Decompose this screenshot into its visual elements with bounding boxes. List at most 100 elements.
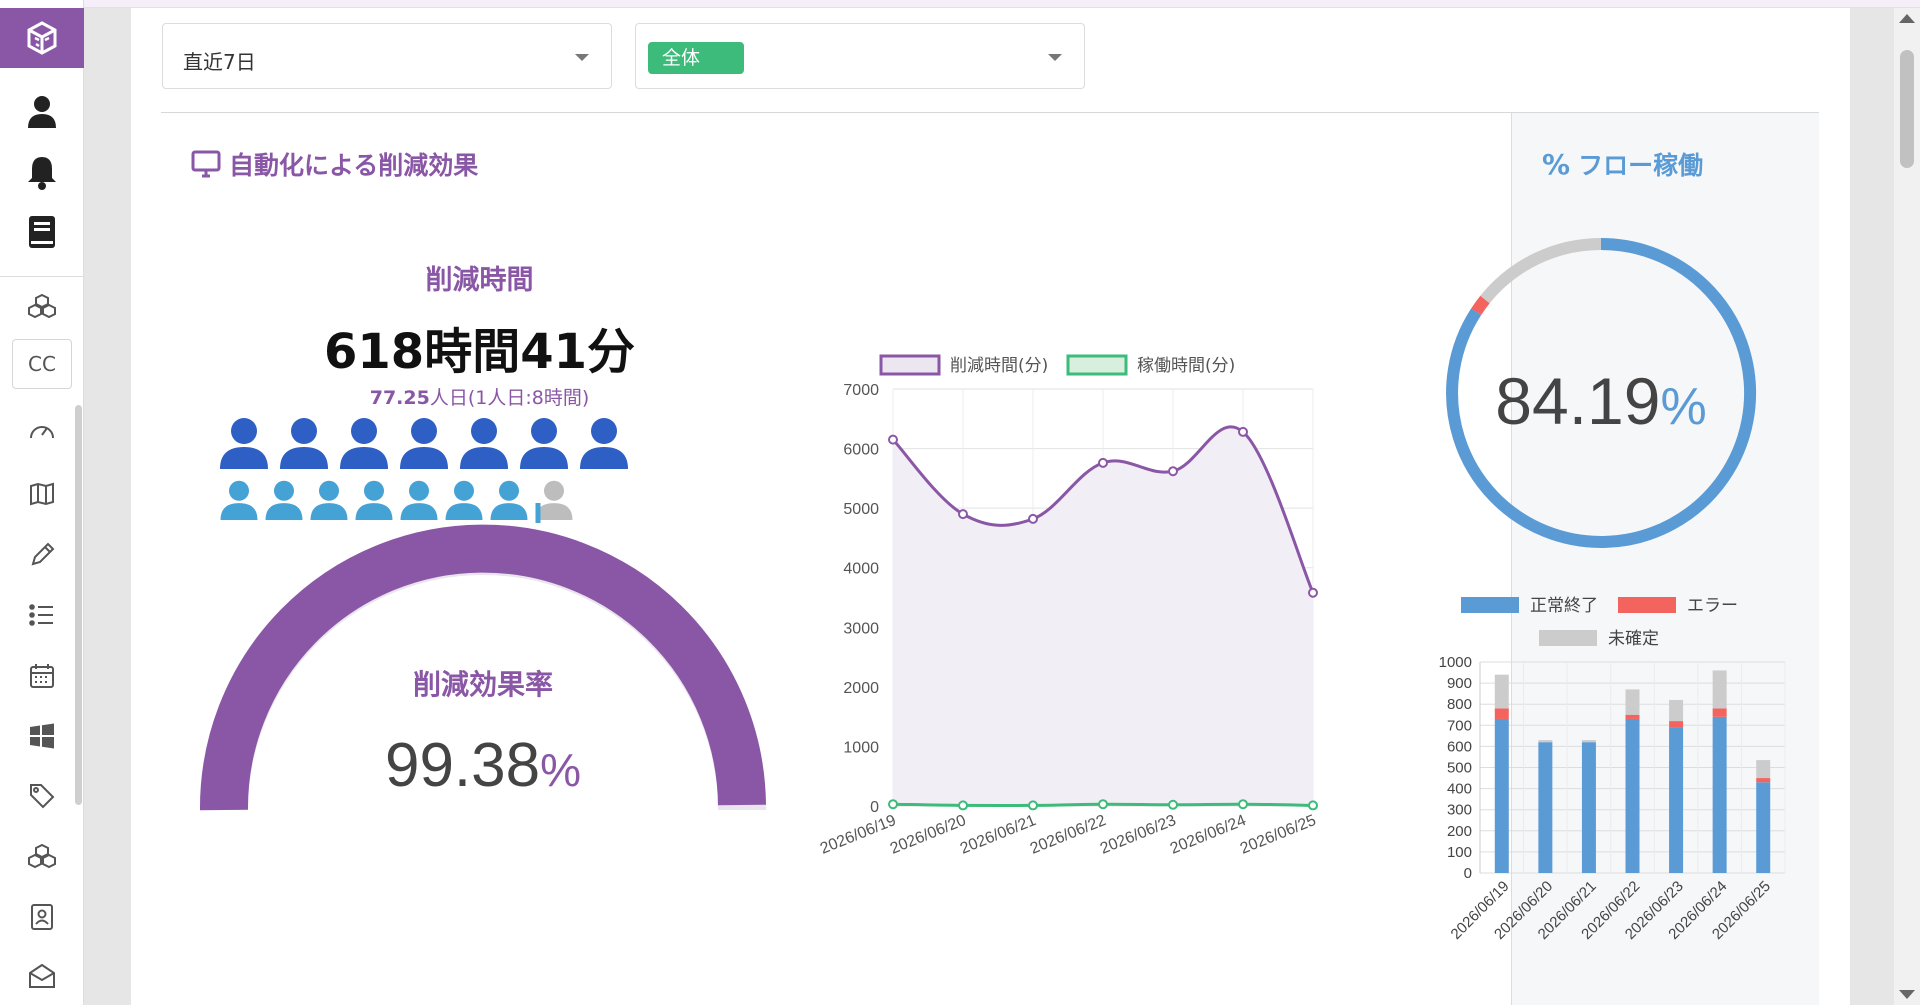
legend-label: 正常終了 (1530, 596, 1598, 616)
person-icon-small (220, 480, 258, 521)
y-tick-label: 2000 (843, 680, 879, 697)
person-icon-small (310, 480, 348, 521)
legend-swatch (1461, 597, 1519, 613)
person-body (265, 503, 303, 521)
donut-segment (1471, 295, 1490, 316)
flow-donut: 84.19% (1446, 238, 1757, 548)
rate-value: 99.38 (385, 731, 540, 800)
rate-value-line: 99.38% (385, 731, 581, 800)
legend-swatch (1066, 354, 1128, 376)
flow-bar-chart: 010020030040050060070080090010002026/06/… (1439, 596, 1786, 943)
y-tick-label: 3000 (843, 620, 879, 637)
y-tick-label: 5000 (843, 501, 879, 518)
series-point (1028, 800, 1038, 811)
scroll-down-icon[interactable] (1899, 990, 1915, 999)
rate-label: 削減効果率 (413, 668, 553, 701)
person-head (273, 480, 295, 501)
person-body (355, 503, 393, 521)
x-tick-label: 2026/06/21 (958, 812, 1039, 858)
person-head (363, 480, 385, 501)
legend-label: 削減時間(分) (950, 356, 1048, 376)
person-head (543, 480, 565, 501)
y-tick-label: 7000 (843, 382, 879, 399)
y-tick-label: 100 (1447, 844, 1472, 861)
legend-swatch (1539, 630, 1597, 646)
series-area (893, 426, 1313, 806)
person-icon (400, 418, 448, 469)
person-head (408, 480, 430, 501)
person-icon-small (490, 480, 528, 521)
bar-segment (1712, 708, 1727, 717)
person-head (291, 418, 317, 444)
person-icon (340, 418, 388, 469)
rate-unit: % (540, 744, 581, 796)
bar-segment (1538, 740, 1553, 743)
x-tick-label: 2026/06/24 (1168, 812, 1249, 858)
bar-segment (1494, 674, 1509, 709)
person-body (400, 503, 438, 521)
flow-rate-unit: % (1660, 378, 1706, 436)
bar-segment (1756, 760, 1771, 779)
x-tick-label: 2026/06/20 (888, 812, 969, 858)
person-icon (580, 418, 628, 469)
donut-segment (1480, 238, 1602, 304)
y-tick-label: 600 (1447, 738, 1472, 755)
person-head (498, 480, 520, 501)
person-body (400, 447, 448, 469)
y-tick-label: 900 (1447, 675, 1472, 692)
person-body (580, 447, 628, 469)
person-body (220, 447, 268, 469)
series-point (1168, 466, 1178, 477)
person-body (490, 503, 528, 521)
series-point (1238, 799, 1248, 810)
series-point (1308, 800, 1318, 811)
person-body (340, 447, 388, 469)
bar-segment (1669, 727, 1684, 873)
y-tick-label: 6000 (843, 442, 879, 459)
bar-segment (1538, 742, 1553, 873)
y-tick-label: 500 (1447, 760, 1472, 777)
person-body (310, 503, 348, 521)
person-icon (220, 418, 268, 469)
person-head (411, 418, 437, 444)
y-tick-label: 1000 (843, 739, 879, 756)
bar-segment (1625, 718, 1640, 873)
bar-segment (1756, 782, 1771, 873)
person-head (453, 480, 475, 501)
legend-swatch (1618, 597, 1676, 613)
x-tick-label: 2026/06/22 (1028, 812, 1109, 858)
person-body (220, 503, 258, 521)
person-icon (520, 418, 568, 469)
legend-label: エラー (1687, 596, 1738, 616)
scroll-up-icon[interactable] (1899, 14, 1915, 23)
legend-label: 稼働時間(分) (1137, 356, 1235, 376)
bar-segment (1625, 714, 1640, 719)
series-point (888, 799, 898, 810)
charts-layer: 削減効果率 99.38% 010002000300040005000600070… (199, 238, 1786, 943)
y-tick-label: 700 (1447, 717, 1472, 734)
person-body (535, 503, 573, 521)
series-point (888, 434, 898, 445)
series-point (958, 509, 968, 520)
person-icon-small (400, 480, 438, 521)
bar-segment (1625, 689, 1640, 715)
series-point (1028, 513, 1038, 524)
flow-rate-line: 84.19% (1495, 364, 1706, 438)
bar-segment (1669, 721, 1684, 728)
y-tick-label: 800 (1447, 696, 1472, 713)
series-point (1238, 426, 1248, 437)
x-tick-label: 2026/06/23 (1098, 812, 1179, 858)
x-tick-label: 2026/06/19 (818, 812, 899, 858)
person-icon (280, 418, 328, 469)
person-head (591, 418, 617, 444)
person-icon-small (445, 480, 483, 521)
person-icon-small (355, 480, 393, 521)
person-icon (460, 418, 508, 469)
bar-segment (1712, 670, 1727, 709)
page-scrollbar-thumb[interactable] (1900, 50, 1914, 168)
flow-rate-value: 84.19 (1495, 364, 1660, 438)
reduction-line-chart: 010002000300040005000600070002026/06/192… (818, 354, 1319, 858)
person-body (520, 447, 568, 469)
person-icon-small (265, 480, 303, 521)
y-tick-label: 400 (1447, 781, 1472, 798)
